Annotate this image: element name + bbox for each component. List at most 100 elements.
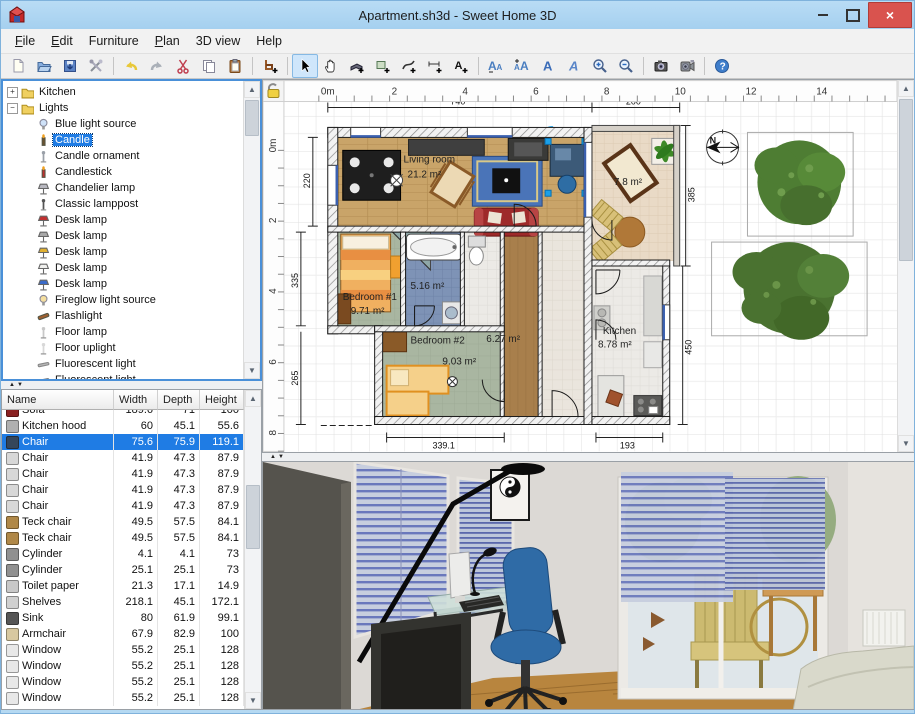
3d-view-panel[interactable] bbox=[262, 461, 915, 710]
tv-unit[interactable] bbox=[508, 138, 548, 160]
pan-button[interactable] bbox=[318, 54, 344, 78]
maximize-button[interactable] bbox=[838, 4, 868, 26]
undo-button[interactable] bbox=[118, 54, 144, 78]
sideboard[interactable] bbox=[409, 139, 485, 155]
plan-scrollbar[interactable]: ▲ ▼ bbox=[897, 80, 914, 452]
catalog-item-desk-lamp[interactable]: Desk lamp bbox=[3, 228, 243, 244]
decrease-text-size-button[interactable]: AA bbox=[483, 54, 509, 78]
table-row-chair[interactable]: Chair41.947.387.9 bbox=[2, 498, 244, 514]
table-row-cylinder[interactable]: Cylinder25.125.173 bbox=[2, 562, 244, 578]
menu-file[interactable]: File bbox=[7, 31, 43, 51]
toggle-bold-button[interactable]: A bbox=[535, 54, 561, 78]
catalog-category-lights[interactable]: −Lights bbox=[3, 100, 243, 116]
catalog-item-floor-uplight[interactable]: Floor uplight bbox=[3, 340, 243, 356]
table-row-window[interactable]: Window55.225.1128 bbox=[2, 658, 244, 674]
catalog-item-candle[interactable]: Candle bbox=[3, 132, 243, 148]
scroll-up-icon[interactable]: ▲ bbox=[244, 81, 260, 98]
table-row-shelves[interactable]: Shelves218.145.1172.1 bbox=[2, 594, 244, 610]
table-row-window[interactable]: Window55.225.1128 bbox=[2, 642, 244, 658]
paste-button[interactable] bbox=[222, 54, 248, 78]
help-button[interactable]: ? bbox=[709, 54, 735, 78]
catalog-item-floor-lamp[interactable]: Floor lamp bbox=[3, 324, 243, 340]
expand-icon[interactable]: + bbox=[7, 87, 18, 98]
add-texts-button[interactable]: A bbox=[448, 54, 474, 78]
menu-3d-view[interactable]: 3D view bbox=[188, 31, 248, 51]
3d-canvas[interactable] bbox=[263, 462, 914, 710]
create-dimensions-button[interactable] bbox=[422, 54, 448, 78]
scroll-up-icon[interactable]: ▲ bbox=[898, 80, 914, 97]
table-row-teck-chair[interactable]: Teck chair49.557.584.1 bbox=[2, 514, 244, 530]
fridge[interactable] bbox=[644, 342, 662, 368]
kitchen-counter[interactable] bbox=[644, 276, 662, 336]
catalog-item-fireglow-light-source[interactable]: Fireglow light source bbox=[3, 292, 243, 308]
new-home-button[interactable] bbox=[5, 54, 31, 78]
table-row-chair[interactable]: Chair41.947.387.9 bbox=[2, 482, 244, 498]
title-bar[interactable]: Apartment.sh3d - Sweet Home 3D × bbox=[1, 1, 914, 29]
save-button[interactable] bbox=[57, 54, 83, 78]
furniture-table-body[interactable]: Sofa189.671100Kitchen hood6045.155.6Chai… bbox=[2, 410, 244, 709]
catalog-item-desk-lamp[interactable]: Desk lamp bbox=[3, 260, 243, 276]
table-row-teck-chair[interactable]: Teck chair49.557.584.1 bbox=[2, 530, 244, 546]
table-row-chair[interactable]: Chair41.947.387.9 bbox=[2, 450, 244, 466]
bathtub[interactable] bbox=[407, 234, 462, 260]
redo-button[interactable] bbox=[144, 54, 170, 78]
room-entrance[interactable] bbox=[538, 232, 584, 416]
washing-machine[interactable] bbox=[442, 302, 461, 324]
kitchen-table[interactable] bbox=[598, 376, 624, 418]
table-row-cylinder[interactable]: Cylinder4.14.173 bbox=[2, 546, 244, 562]
collapse-icon[interactable]: − bbox=[7, 103, 18, 114]
increase-text-size-button[interactable]: AA bbox=[509, 54, 535, 78]
column-header-depth[interactable]: Depth bbox=[158, 390, 200, 410]
table-row-chair[interactable]: Chair41.947.387.9 bbox=[2, 466, 244, 482]
menu-edit[interactable]: Edit bbox=[43, 31, 81, 51]
catalog-item-fluorescent-light[interactable]: Fluorescent light bbox=[3, 372, 243, 379]
create-polylines-button[interactable] bbox=[396, 54, 422, 78]
catalog-category-kitchen[interactable]: +Kitchen bbox=[3, 84, 243, 100]
floor-lamp-symbol[interactable] bbox=[391, 174, 403, 186]
rug[interactable] bbox=[472, 156, 542, 206]
table-row-sink[interactable]: Sink8061.999.1 bbox=[2, 610, 244, 626]
zoom-out-button[interactable] bbox=[613, 54, 639, 78]
furniture-catalog-tree[interactable]: +Kitchen−LightsBlue light sourceCandleCa… bbox=[3, 81, 243, 379]
catalog-item-blue-light-source[interactable]: Blue light source bbox=[3, 116, 243, 132]
catalog-item-candle-ornament[interactable]: Candle ornament bbox=[3, 148, 243, 164]
column-header-name[interactable]: Name bbox=[2, 390, 114, 410]
add-furniture-button[interactable] bbox=[257, 54, 283, 78]
menu-help[interactable]: Help bbox=[248, 31, 290, 51]
catalog-item-desk-lamp[interactable]: Desk lamp bbox=[3, 276, 243, 292]
table-row-window[interactable]: Window55.225.1128 bbox=[2, 690, 244, 706]
plan-3d-splitter[interactable]: ▲▼ bbox=[262, 453, 915, 461]
catalog-item-chandelier-lamp[interactable]: Chandelier lamp bbox=[3, 180, 243, 196]
catalog-item-flashlight[interactable]: Flashlight bbox=[3, 308, 243, 324]
create-video-button[interactable] bbox=[674, 54, 700, 78]
menu-furniture[interactable]: Furniture bbox=[81, 31, 147, 51]
minimize-button[interactable] bbox=[808, 4, 838, 26]
catalog-item-desk-lamp[interactable]: Desk lamp bbox=[3, 212, 243, 228]
scroll-down-icon[interactable]: ▼ bbox=[244, 362, 260, 379]
scroll-down-icon[interactable]: ▼ bbox=[245, 692, 261, 709]
plan-canvas[interactable]: N bbox=[263, 80, 897, 452]
create-walls-button[interactable] bbox=[344, 54, 370, 78]
catalog-item-classic-lamppost[interactable]: Classic lamppost bbox=[3, 196, 243, 212]
room-hall[interactable] bbox=[502, 232, 540, 416]
table-row-toilet-paper[interactable]: Toilet paper21.317.114.9 bbox=[2, 578, 244, 594]
open-button[interactable] bbox=[31, 54, 57, 78]
catalog-item-fluorescent-light[interactable]: Fluorescent light bbox=[3, 356, 243, 372]
cut-button[interactable] bbox=[170, 54, 196, 78]
table-row-chair[interactable]: Chair75.675.9119.1 bbox=[2, 434, 244, 450]
menu-plan[interactable]: Plan bbox=[147, 31, 188, 51]
toggle-italic-button[interactable]: A bbox=[561, 54, 587, 78]
level-unlocked-icon[interactable] bbox=[263, 81, 284, 102]
table-row-kitchen-hood[interactable]: Kitchen hood6045.155.6 bbox=[2, 418, 244, 434]
table-row-sofa[interactable]: Sofa189.671100 bbox=[2, 410, 244, 418]
copy-button[interactable] bbox=[196, 54, 222, 78]
create-rooms-button[interactable] bbox=[370, 54, 396, 78]
ceiling-light-symbol[interactable] bbox=[447, 377, 457, 387]
create-photo-button[interactable] bbox=[648, 54, 674, 78]
zoom-in-button[interactable] bbox=[587, 54, 613, 78]
close-button[interactable]: × bbox=[868, 2, 912, 28]
column-header-width[interactable]: Width bbox=[114, 390, 158, 410]
scroll-up-icon[interactable]: ▲ bbox=[245, 390, 261, 407]
catalog-item-desk-lamp[interactable]: Desk lamp bbox=[3, 244, 243, 260]
catalog-table-splitter[interactable]: ▲▼ bbox=[1, 381, 262, 389]
